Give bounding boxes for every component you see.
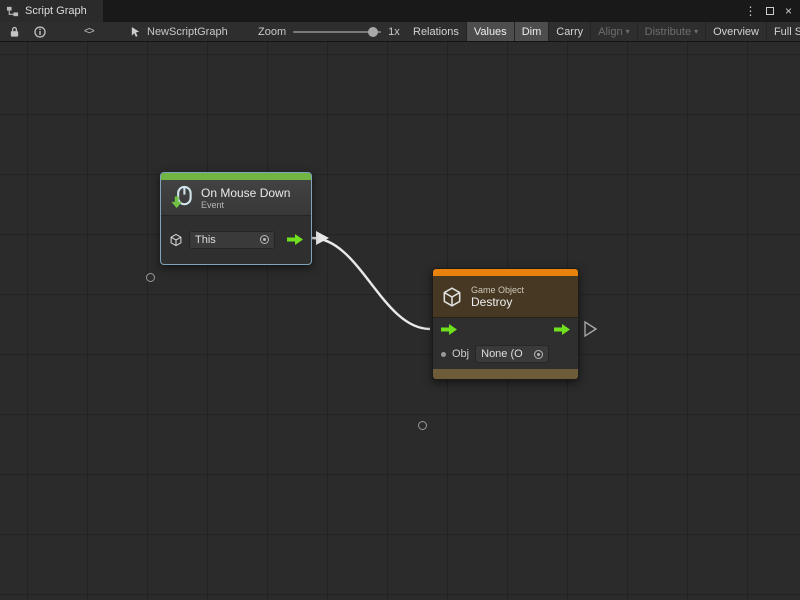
fullscreen-label: Full S xyxy=(774,26,800,38)
node-on-mouse-down[interactable]: On Mouse Down Event This xyxy=(160,172,312,265)
distribute-label: Distribute xyxy=(645,26,691,38)
obj-input-port[interactable] xyxy=(418,421,427,430)
target-value-dropdown[interactable]: This xyxy=(189,231,275,249)
obj-port-row: Obj None (O xyxy=(433,341,578,367)
values-label: Values xyxy=(474,26,507,38)
zoom-label: Zoom xyxy=(258,26,286,38)
graph-toolbar: <> NewScriptGraph Zoom 1x Relations Valu… xyxy=(0,22,800,42)
overview-button[interactable]: Overview xyxy=(706,22,767,41)
close-button[interactable]: × xyxy=(780,3,797,20)
align-label: Align xyxy=(598,26,622,38)
tab-script-graph[interactable]: Script Graph xyxy=(0,0,103,22)
graph-icon xyxy=(6,5,19,18)
node-title: Destroy xyxy=(471,296,524,309)
toolbar-button-group: Relations Values Dim Carry Align ▾ Distri… xyxy=(406,22,800,41)
window-menu-button[interactable]: ⋮ xyxy=(742,3,759,20)
zoom-slider[interactable] xyxy=(293,31,381,33)
object-picker-icon[interactable] xyxy=(260,235,269,244)
node-body: This xyxy=(161,216,311,263)
graph-canvas[interactable]: On Mouse Down Event This xyxy=(0,42,800,600)
carry-button[interactable]: Carry xyxy=(549,22,591,41)
graph-name-label: NewScriptGraph xyxy=(147,26,228,38)
dim-label: Dim xyxy=(522,26,542,38)
lock-button[interactable] xyxy=(2,22,27,41)
unit-color-bar xyxy=(433,269,578,276)
overview-label: Overview xyxy=(713,26,759,38)
tab-title: Script Graph xyxy=(25,5,87,17)
obj-value-label: None (O xyxy=(481,348,523,360)
obj-port-label: Obj xyxy=(452,348,469,360)
flow-input-port[interactable] xyxy=(441,324,457,335)
toolbar-icon-group: <> xyxy=(2,22,101,41)
distribute-button: Distribute▾ xyxy=(638,22,706,41)
node-subtitle: Event xyxy=(201,200,290,210)
port-dot-icon xyxy=(441,352,446,357)
mouse-down-icon xyxy=(169,185,194,210)
target-input-port[interactable] xyxy=(146,273,155,282)
node-header: On Mouse Down Event xyxy=(161,180,311,216)
align-button: Align ▾ xyxy=(591,22,637,41)
inspect-button[interactable] xyxy=(27,22,53,41)
connections-layer xyxy=(0,42,800,600)
maximize-button[interactable] xyxy=(761,3,778,20)
relations-label: Relations xyxy=(413,26,459,38)
maximize-icon xyxy=(766,7,774,15)
object-picker-icon[interactable] xyxy=(534,350,543,359)
node-supertitle: Game Object xyxy=(471,285,524,296)
zoom-control: Zoom 1x xyxy=(258,22,400,41)
game-object-cube-icon xyxy=(169,233,183,247)
tab-bar: Script Graph ⋮ × xyxy=(0,0,800,22)
target-value-label: This xyxy=(195,234,216,246)
code-view-button[interactable]: <> xyxy=(77,22,101,41)
relations-button[interactable]: Relations xyxy=(406,22,467,41)
connection-arrowhead xyxy=(316,231,329,245)
zoom-value: 1x xyxy=(388,26,400,38)
game-object-cube-icon xyxy=(441,286,463,308)
chevron-down-icon: ▾ xyxy=(626,27,630,36)
obj-value-field[interactable]: None (O xyxy=(475,345,549,363)
event-color-bar xyxy=(161,173,311,180)
zoom-slider-handle[interactable] xyxy=(368,27,378,37)
node-destroy[interactable]: Game Object Destroy Obj None (O xyxy=(432,268,579,380)
node-footer-bar xyxy=(433,369,578,379)
window-controls: ⋮ × xyxy=(742,0,800,22)
chevron-down-icon: ▾ xyxy=(694,27,698,36)
node-title: On Mouse Down xyxy=(201,186,290,200)
info-icon xyxy=(34,26,46,38)
lock-icon xyxy=(9,26,20,38)
script-graph-window: Script Graph ⋮ × <> xyxy=(0,0,800,600)
fullscreen-button[interactable]: Full S xyxy=(767,22,800,41)
flow-output-port[interactable] xyxy=(287,234,303,245)
values-button[interactable]: Values xyxy=(467,22,515,41)
dim-button[interactable]: Dim xyxy=(515,22,550,41)
flow-output-port[interactable] xyxy=(554,324,570,335)
pointer-icon xyxy=(130,26,141,38)
output-hint-arrow xyxy=(585,322,596,336)
connection-on-mouse-down-to-destroy[interactable] xyxy=(312,238,430,329)
flow-port-row xyxy=(433,318,578,341)
carry-label: Carry xyxy=(556,26,583,38)
node-header: Game Object Destroy xyxy=(433,276,578,318)
graph-breadcrumb[interactable]: NewScriptGraph xyxy=(130,22,228,41)
